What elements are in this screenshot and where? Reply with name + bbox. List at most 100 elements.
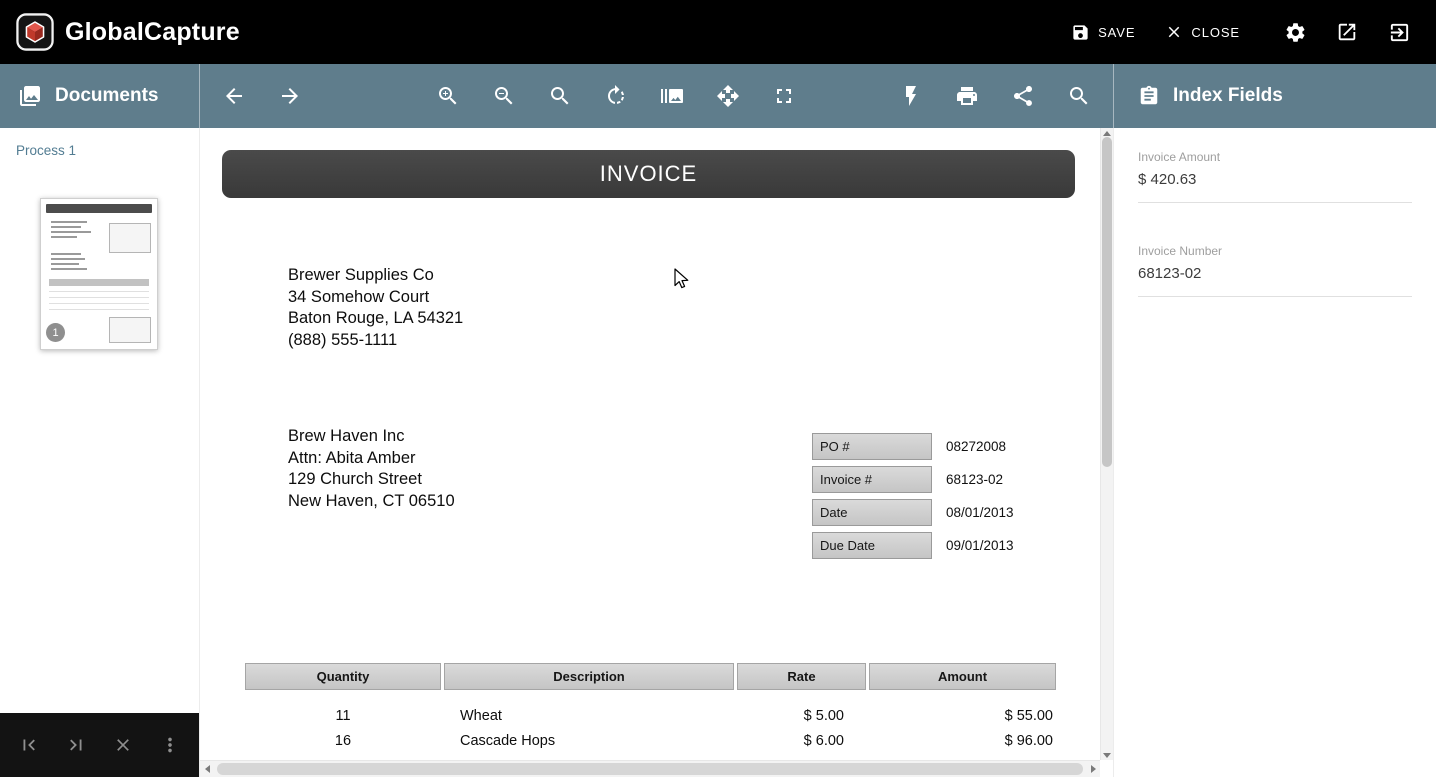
share-icon (1011, 84, 1035, 108)
page-number-badge: 1 (46, 323, 65, 342)
index-field-label: Invoice Number (1138, 244, 1412, 258)
item-amount: $ 55.00 (869, 704, 1056, 729)
back-button[interactable] (214, 76, 254, 116)
share-button[interactable] (1003, 76, 1043, 116)
gallery-button[interactable] (652, 76, 692, 116)
vendor-line: (888) 555-1111 (288, 330, 463, 352)
index-field-value-input[interactable]: $ 420.63 (1138, 171, 1412, 203)
index-field: Invoice Number 68123-02 (1138, 244, 1412, 297)
item-description: Cascade Hops (444, 729, 734, 754)
vendor-line: Baton Rouge, LA 54321 (288, 308, 463, 330)
rotate-button[interactable] (596, 76, 636, 116)
fullscreen-button[interactable] (764, 76, 804, 116)
settings-button[interactable] (1272, 11, 1318, 53)
thumbnail-detail (51, 263, 79, 265)
vendor-address: Brewer Supplies Co 34 Somehow Court Bato… (288, 265, 463, 351)
page-thumbnail[interactable]: 1 (40, 198, 158, 350)
index-fields-header: Index Fields (1113, 64, 1436, 128)
thumbnail-detail (51, 236, 77, 238)
printer-icon (955, 84, 979, 108)
thumbnail-detail (51, 253, 81, 255)
line-items-body: 11 Wheat $ 5.00 $ 55.00 16 Cascade Hops … (245, 704, 1056, 754)
search-document-button[interactable] (1059, 76, 1099, 116)
gear-icon (1284, 21, 1307, 44)
search-icon (1067, 84, 1091, 108)
rotate-icon (604, 84, 628, 108)
open-in-new-button[interactable] (1324, 11, 1370, 53)
logout-button[interactable] (1376, 11, 1422, 53)
pan-button[interactable] (708, 76, 748, 116)
scroll-right-arrow[interactable] (1088, 761, 1098, 777)
scroll-down-arrow[interactable] (1101, 750, 1113, 760)
document-toolbar: Documents (0, 64, 1436, 128)
invoice-meta-row: Date 08/01/2013 (812, 499, 1014, 526)
arrow-forward-icon (278, 84, 302, 108)
item-amount: $ 96.00 (869, 729, 1056, 754)
print-button[interactable] (947, 76, 987, 116)
index-fields-label: Index Fields (1173, 85, 1283, 107)
vertical-scrollbar-thumb[interactable] (1102, 137, 1112, 467)
documents-icon (18, 84, 42, 108)
first-page-button[interactable] (9, 725, 49, 765)
scroll-left-arrow[interactable] (202, 761, 212, 777)
thumbnail-detail (51, 231, 91, 233)
bill-to-line: 129 Church Street (288, 469, 455, 491)
bill-to-line: Attn: Abita Amber (288, 448, 455, 470)
invoice-meta-label: Invoice # (812, 466, 932, 493)
close-icon (113, 735, 133, 755)
document-viewer: INVOICE Brewer Supplies Co 34 Somehow Co… (200, 128, 1113, 777)
viewer-toolbar (200, 64, 1113, 128)
item-rate: $ 5.00 (737, 704, 866, 729)
logout-icon (1388, 21, 1411, 44)
line-item-row: 16 Cascade Hops $ 6.00 $ 96.00 (245, 729, 1056, 754)
brand: GlobalCapture (16, 13, 240, 51)
horizontal-scrollbar[interactable] (200, 760, 1100, 777)
kebab-menu-icon (159, 734, 181, 756)
page-nav-bar (0, 713, 199, 777)
zoom-out-button[interactable] (484, 76, 524, 116)
invoice-title: INVOICE (222, 150, 1075, 198)
horizontal-scrollbar-thumb[interactable] (217, 763, 1083, 775)
index-field-value-input[interactable]: 68123-02 (1138, 265, 1412, 297)
vertical-scrollbar[interactable] (1100, 128, 1113, 760)
bill-to-line: Brew Haven Inc (288, 426, 455, 448)
item-rate: $ 6.00 (737, 729, 866, 754)
invoice-meta-row: Invoice # 68123-02 (812, 466, 1014, 493)
globalcapture-logo-icon (16, 13, 54, 51)
invoice-meta-table: PO # 08272008 Invoice # 68123-02 Date 08… (812, 433, 1014, 565)
thumbnail-detail (109, 317, 151, 343)
thumbnail-detail (51, 226, 81, 228)
save-icon (1071, 23, 1090, 42)
thumbnail-detail (51, 221, 87, 223)
zoom-out-icon (492, 84, 516, 108)
close-button-label: CLOSE (1191, 25, 1240, 40)
process-label: Process 1 (0, 128, 199, 158)
line-items-header: Quantity Description Rate Amount (245, 663, 1056, 690)
save-button[interactable]: SAVE (1059, 15, 1147, 50)
last-page-button[interactable] (56, 725, 96, 765)
line-item-row: 11 Wheat $ 5.00 $ 55.00 (245, 704, 1056, 729)
thumbnail-detail (109, 223, 151, 253)
thumbnail-detail (51, 268, 87, 270)
save-button-label: SAVE (1098, 25, 1135, 40)
more-options-button[interactable] (150, 725, 190, 765)
forward-button[interactable] (270, 76, 310, 116)
zoom-group (428, 76, 804, 116)
zoom-fit-button[interactable] (540, 76, 580, 116)
invoice-meta-row: PO # 08272008 (812, 433, 1014, 460)
clipboard-icon (1138, 85, 1160, 107)
close-icon (1165, 23, 1183, 41)
close-button[interactable]: CLOSE (1153, 15, 1252, 49)
invoice-meta-value: 08272008 (946, 439, 1006, 454)
delete-page-button[interactable] (103, 725, 143, 765)
index-field-label: Invoice Amount (1138, 150, 1412, 164)
vendor-line: 34 Somehow Court (288, 287, 463, 309)
top-app-bar: GlobalCapture SAVE CLOSE (0, 0, 1436, 64)
zoom-in-button[interactable] (428, 76, 468, 116)
thumbnail-detail (46, 204, 152, 213)
vendor-line: Brewer Supplies Co (288, 265, 463, 287)
column-header: Amount (869, 663, 1056, 690)
process-button[interactable] (891, 76, 931, 116)
first-page-icon (18, 734, 40, 756)
index-field: Invoice Amount $ 420.63 (1138, 150, 1412, 203)
